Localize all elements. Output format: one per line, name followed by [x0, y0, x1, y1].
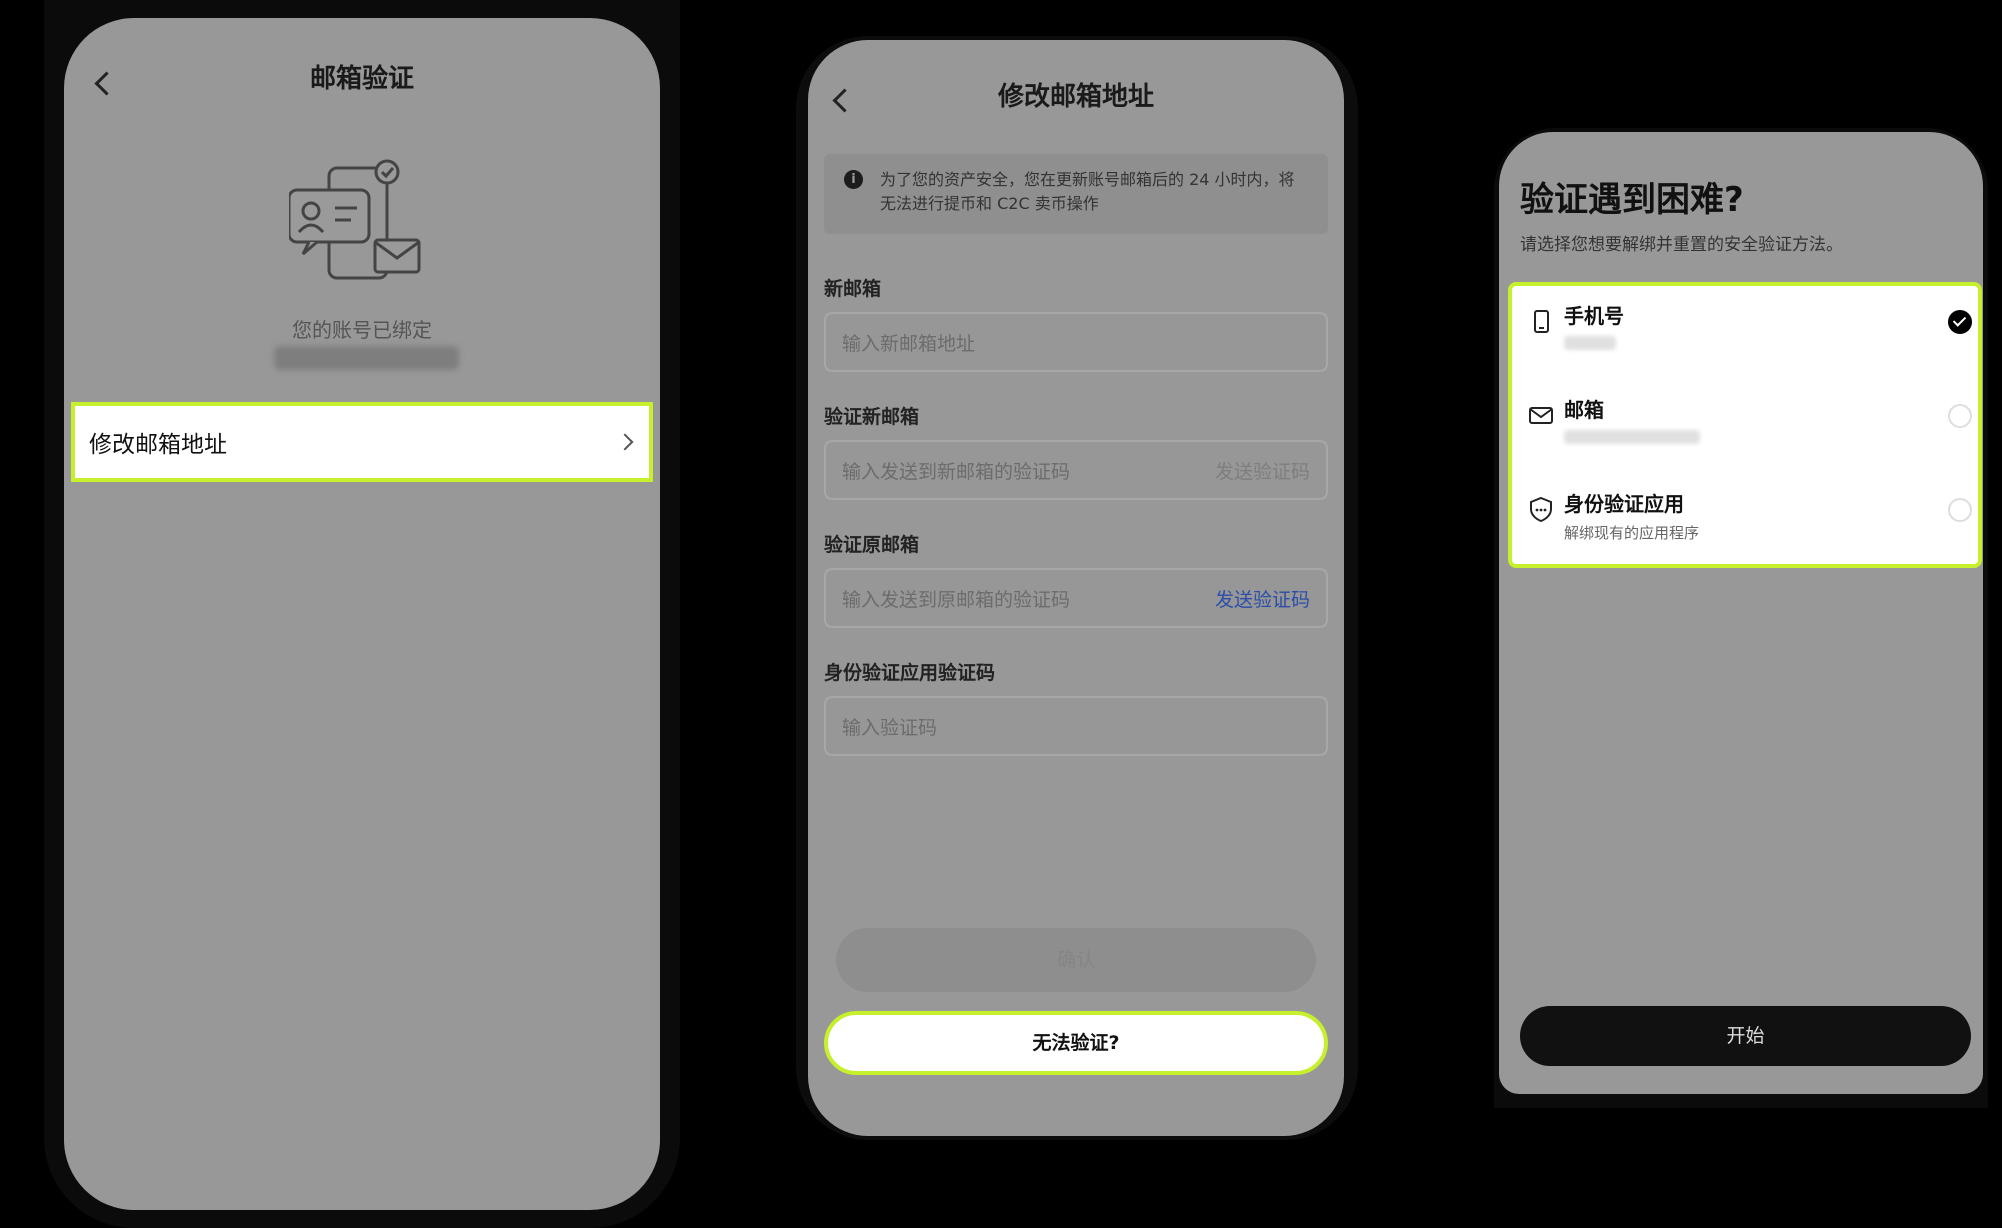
option-phone-label: 手机号 — [1564, 304, 1624, 328]
shield-icon — [1530, 496, 1552, 523]
start-button[interactable]: 开始 — [1520, 1006, 1971, 1066]
screen-change-email: 修改邮箱地址 i 为了您的资产安全，您在更新账号邮箱后的 24 小时内，将无法进… — [808, 40, 1344, 1136]
verify-old-email-label: 验证原邮箱 — [824, 534, 920, 556]
page-title: 验证遇到困难? — [1520, 180, 1744, 220]
verification-method-list: 手机号 邮箱 身份验证应用 解绑现有的应用程序 — [1508, 282, 1982, 568]
auth-app-code-placeholder: 输入验证码 — [842, 716, 938, 739]
phone-change-email: 修改邮箱地址 i 为了您的资产安全，您在更新账号邮箱后的 24 小时内，将无法进… — [796, 36, 1358, 1140]
chevron-right-icon — [616, 433, 634, 451]
notice-text: 为了您的资产安全，您在更新账号邮箱后的 24 小时内，将无法进行提币和 C2C … — [880, 170, 1295, 213]
option-email-radio[interactable] — [1948, 404, 1972, 428]
option-auth-app-sub: 解绑现有的应用程序 — [1564, 524, 1700, 542]
verify-new-email-placeholder: 输入发送到新邮箱的验证码 — [842, 460, 1071, 483]
change-email-label: 修改邮箱地址 — [89, 432, 227, 458]
account-bound-text: 您的账号已绑定 — [292, 318, 432, 342]
masked-email — [1564, 430, 1700, 444]
option-email[interactable]: 邮箱 — [1512, 380, 1978, 470]
account-bound-illustration-icon — [289, 159, 421, 280]
option-email-label: 邮箱 — [1564, 398, 1604, 422]
auth-app-code-label: 身份验证应用验证码 — [824, 662, 996, 684]
auth-app-code-input[interactable]: 输入验证码 — [824, 696, 1328, 756]
verify-old-email-input[interactable]: 输入发送到原邮箱的验证码 发送验证码 — [824, 568, 1328, 628]
phone-icon — [1534, 310, 1549, 333]
verify-new-email-label: 验证新邮箱 — [824, 406, 920, 428]
phone-email-verification: 邮箱验证 您的账号已绑定 修改邮箱地址 — [44, 0, 680, 1228]
page-title: 邮箱验证 — [309, 64, 414, 94]
masked-email — [274, 346, 459, 370]
confirm-button[interactable]: 确认 — [836, 928, 1316, 992]
new-email-label: 新邮箱 — [824, 278, 882, 300]
option-phone-radio[interactable] — [1948, 310, 1972, 334]
new-email-placeholder: 输入新邮箱地址 — [842, 332, 976, 355]
phone-verification-trouble: 验证遇到困难? 请选择您想要解绑并重置的安全验证方法。 手机号 邮箱 身份验证应… — [1494, 128, 1988, 1108]
security-notice: i 为了您的资产安全，您在更新账号邮箱后的 24 小时内，将无法进行提币和 C2… — [824, 154, 1328, 234]
screen-verification-trouble: 验证遇到困难? 请选择您想要解绑并重置的安全验证方法。 手机号 邮箱 身份验证应… — [1499, 132, 1983, 1094]
option-phone[interactable]: 手机号 — [1512, 286, 1978, 376]
new-email-input[interactable]: 输入新邮箱地址 — [824, 312, 1328, 372]
option-auth-app[interactable]: 身份验证应用 解绑现有的应用程序 — [1512, 474, 1978, 564]
option-auth-app-radio[interactable] — [1948, 498, 1972, 522]
masked-phone — [1564, 336, 1616, 350]
page-subtitle: 请选择您想要解绑并重置的安全验证方法。 — [1520, 235, 1843, 255]
screen-email-verification: 邮箱验证 您的账号已绑定 修改邮箱地址 — [64, 18, 660, 1210]
send-code-new-button[interactable]: 发送验证码 — [1215, 457, 1310, 484]
change-email-menu-item[interactable]: 修改邮箱地址 — [71, 402, 653, 482]
mail-icon — [1529, 407, 1553, 424]
option-auth-app-label: 身份验证应用 — [1564, 492, 1684, 516]
info-icon: i — [844, 170, 863, 189]
cant-verify-button[interactable]: 无法验证? — [824, 1011, 1328, 1075]
verify-old-email-placeholder: 输入发送到原邮箱的验证码 — [842, 588, 1071, 611]
send-code-old-button[interactable]: 发送验证码 — [1215, 585, 1310, 612]
page-title: 修改邮箱地址 — [997, 82, 1154, 112]
verify-new-email-input[interactable]: 输入发送到新邮箱的验证码 发送验证码 — [824, 440, 1328, 500]
